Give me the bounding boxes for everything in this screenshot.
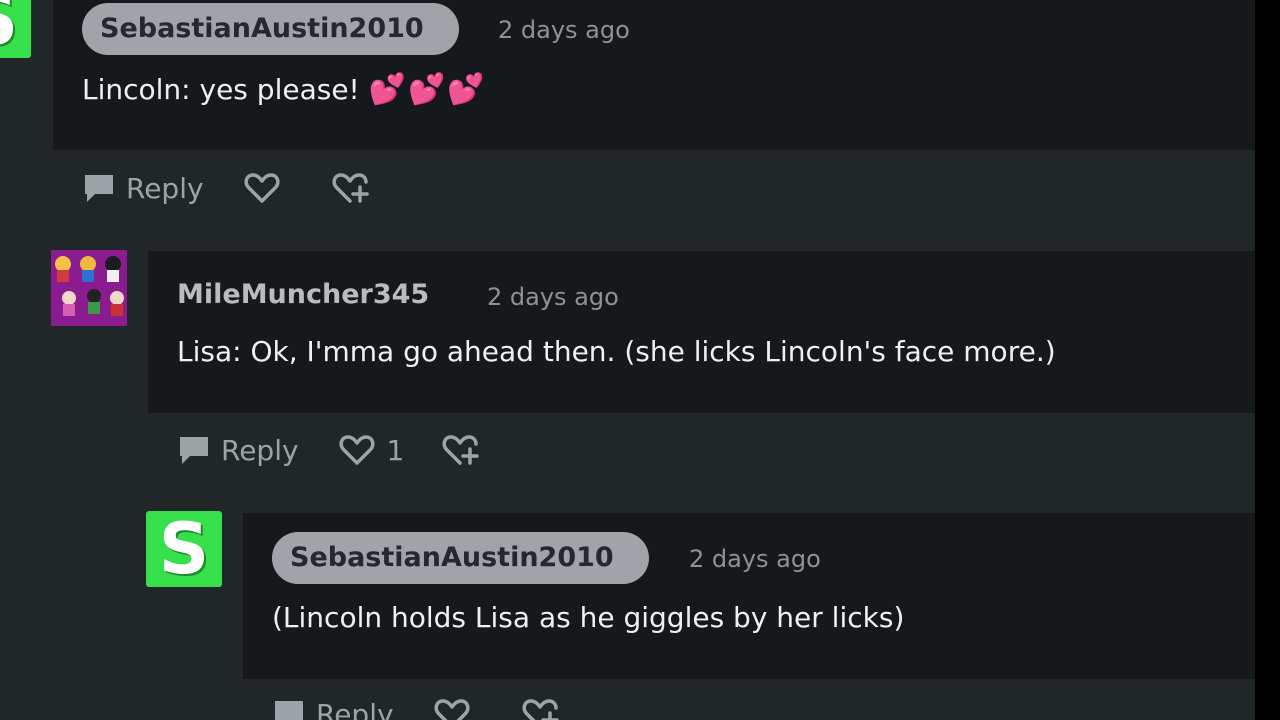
share-icon: [522, 699, 559, 720]
share-icon: [332, 173, 369, 203]
right-edge-bar: [1255, 0, 1280, 720]
avatar-sebastian-top[interactable]: S: [0, 0, 31, 58]
comment-thread: S SebastianAustin2010 2 days ago Lincoln…: [0, 0, 1280, 720]
share-button-1[interactable]: [332, 170, 370, 206]
like-button-1[interactable]: [244, 171, 292, 205]
timestamp-3: 2 days ago: [689, 545, 821, 573]
like-button-2[interactable]: 1: [339, 433, 405, 467]
reply-icon: [180, 437, 208, 464]
share-button-2[interactable]: [442, 432, 480, 468]
avatar-letter: S: [0, 0, 31, 58]
reply-label-1: Reply: [126, 171, 204, 205]
timestamp-1: 2 days ago: [498, 16, 630, 44]
emoji-hearts: 💕💕💕: [368, 72, 487, 107]
like-button-3[interactable]: [434, 697, 482, 720]
reply-button-3[interactable]: Reply: [272, 697, 394, 720]
avatar-sebastian-reply[interactable]: S: [146, 511, 222, 587]
share-icon: [442, 435, 480, 465]
reply-label-3: Reply: [316, 697, 394, 720]
comment-body-1: Lincoln: yes please!: [82, 73, 360, 106]
like-count-2: 1: [386, 433, 405, 467]
comment-actions-3: Reply: [272, 692, 560, 720]
username-1[interactable]: SebastianAustin2010: [82, 3, 459, 55]
reply-button-2[interactable]: Reply: [177, 433, 299, 467]
reply-button-1[interactable]: Reply: [82, 171, 204, 205]
heart-icon: [339, 435, 375, 465]
comment-actions-2: Reply 1: [177, 428, 480, 472]
username-3[interactable]: SebastianAustin2010: [272, 532, 649, 584]
reply-icon: [85, 175, 113, 202]
heart-icon: [244, 173, 280, 203]
group-avatar-image: [51, 250, 127, 326]
avatar-milemuncher[interactable]: [51, 250, 127, 326]
reply-icon: [275, 701, 303, 720]
timestamp-2: 2 days ago: [487, 283, 619, 311]
username-2[interactable]: MileMuncher345: [177, 278, 429, 312]
comment-text-1: Lincoln: yes please! 💕💕💕: [82, 72, 487, 108]
share-button-3[interactable]: [522, 696, 560, 720]
comment-card-2: [148, 251, 1255, 413]
avatar-letter: S: [158, 511, 210, 587]
comment-text-2: Lisa: Ok, I'mma go ahead then. (she lick…: [177, 335, 1056, 368]
reply-label-2: Reply: [221, 433, 299, 467]
heart-icon: [434, 699, 470, 720]
comment-actions-1: Reply: [82, 166, 370, 210]
comment-text-3: (Lincoln holds Lisa as he giggles by her…: [272, 601, 905, 634]
